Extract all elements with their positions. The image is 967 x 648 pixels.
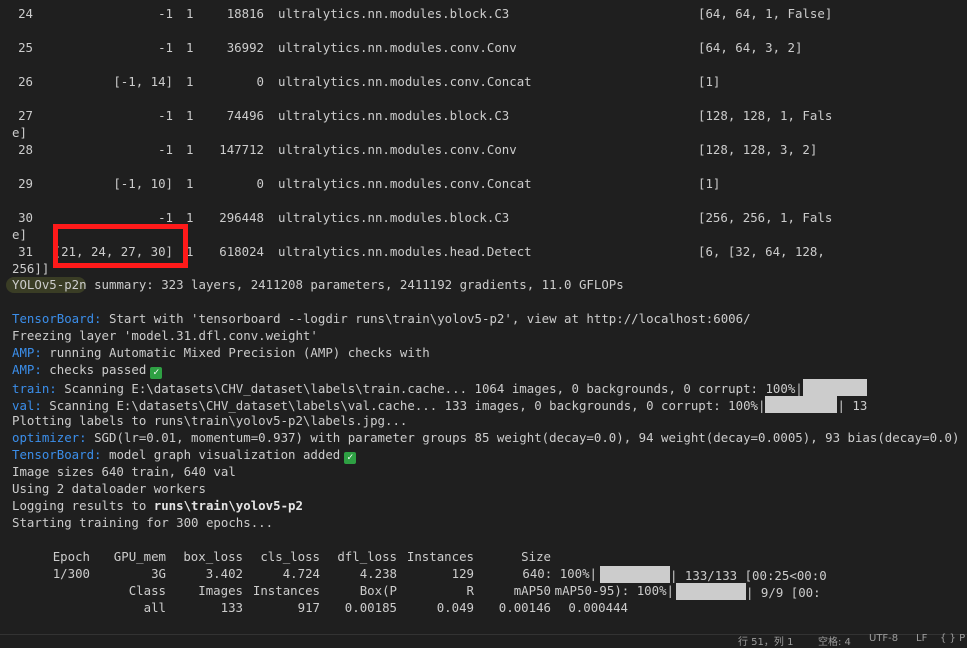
starting-line: Starting training for 300 epochs... [12,515,274,530]
layer-params: 0 [256,176,264,191]
layer-params: 296448 [219,210,264,225]
layer-args: [1] [698,74,721,89]
layer-args: [64, 64, 3, 2] [698,40,803,55]
val-batch-progress: | 9/9 [00: [676,583,821,601]
layer-module: ultralytics.nn.modules.head.Detect [278,244,532,259]
layer-index: 24 [18,6,33,21]
highlight-box [53,224,188,268]
layer-from: [-1, 10] [113,176,173,191]
val-progress-tail: | 9/9 [00: [746,585,821,600]
layer-index: 31 [18,244,33,259]
layer-from: -1 [158,142,173,157]
tb-graph-line: TensorBoard: model graph visualization a… [12,447,357,464]
plotting-line: Plotting labels to runs\train\yolov5-p2\… [12,413,408,428]
amp-line: AMP: running Automatic Mixed Precision (… [12,345,430,360]
epoch-progress-bar [600,566,670,583]
layer-args-wrap: 256]] [12,261,50,276]
freezing-line: Freezing layer 'model.31.dfl.conv.weight… [12,328,318,343]
layer-from: [-1, 14] [113,74,173,89]
layer-n: 1 [186,176,194,191]
layer-params: 74496 [226,108,264,123]
layer-n: 1 [186,40,194,55]
cursor-position[interactable]: 行 51，列 1 [738,633,793,648]
layer-module: ultralytics.nn.modules.conv.Concat [278,176,532,191]
layer-module: ultralytics.nn.modules.conv.Conv [278,142,517,157]
layer-args: [1] [698,176,721,191]
layer-n: 1 [186,74,194,89]
layer-n: 1 [186,142,194,157]
layer-module: ultralytics.nn.modules.conv.Conv [278,40,517,55]
layer-args: [64, 64, 1, False] [698,6,833,21]
val-header: mAP50-95): 100%| [554,583,674,598]
layer-params: 147712 [219,142,264,157]
layer-module: ultralytics.nn.modules.block.C3 [278,108,510,123]
layer-args: [128, 128, 1, Fals [698,108,833,123]
optimizer-line: optimizer: SGD(lr=0.01, momentum=0.937) … [12,430,960,445]
workers-line: Using 2 dataloader workers [12,481,206,496]
val-cell: 0.000444 [568,600,628,615]
layer-module: ultralytics.nn.modules.conv.Concat [278,74,532,89]
imgsz-line: Image sizes 640 train, 640 val [12,464,236,479]
layer-n: 1 [186,108,194,123]
layer-from: -1 [158,40,173,55]
layer-params: 618024 [219,244,264,259]
layer-from: -1 [158,6,173,21]
val-scan-line: val: Scanning E:\datasets\CHV_dataset\la… [12,396,868,413]
layer-args-wrap: e] [12,227,27,242]
layer-args: [6, [32, 64, 128, [698,244,825,259]
amp-passed-line: AMP: checks passed ✓ [12,362,163,379]
model-name: YOLOv5-p2n [12,277,87,292]
train-progress-bar [802,379,867,396]
val-progress-bar [765,396,838,413]
layer-module: ultralytics.nn.modules.block.C3 [278,6,510,21]
language-mode[interactable]: { } P [940,633,965,644]
check-icon: ✓ [150,367,163,379]
indent-setting[interactable]: 空格: 4 [818,633,851,648]
layer-args-wrap: e] [12,125,27,140]
encoding[interactable]: UTF-8 [869,633,898,644]
layer-from: -1 [158,108,173,123]
layer-module: ultralytics.nn.modules.block.C3 [278,210,510,225]
layer-index: 26 [18,74,33,89]
train-scan-line: train: Scanning E:\datasets\CHV_dataset\… [12,379,867,397]
layer-args: [256, 256, 1, Fals [698,210,833,225]
layer-index: 28 [18,142,33,157]
layer-index: 30 [18,210,33,225]
epoch-progress-tail: | 133/133 [00:25<00:0 [670,568,827,583]
layer-params: 0 [256,74,264,89]
eol[interactable]: LF [916,633,927,644]
status-bar: 行 51，列 1 空格: 4 UTF-8 LF { } P [0,633,967,648]
layer-args: [128, 128, 3, 2] [698,142,818,157]
logging-line: Logging results to runs\train\yolov5-p2 [12,498,303,513]
check-icon: ✓ [344,452,357,464]
layer-n: 1 [186,6,194,21]
layer-params: 36992 [226,40,264,55]
tensorboard-line: TensorBoard: Start with 'tensorboard --l… [12,311,751,326]
summary-line: YOLOv5-p2n summary: 323 layers, 2411208 … [12,277,624,292]
val-batch-progress-bar [676,583,746,600]
epoch-progress: | 133/133 [00:25<00:0 [600,566,827,584]
train-cell: 640: 100%| [522,566,597,581]
layer-index: 25 [18,40,33,55]
layer-params: 18816 [226,6,264,21]
layer-index: 29 [18,176,33,191]
layer-index: 27 [18,108,33,123]
train-header: Size [521,549,551,564]
